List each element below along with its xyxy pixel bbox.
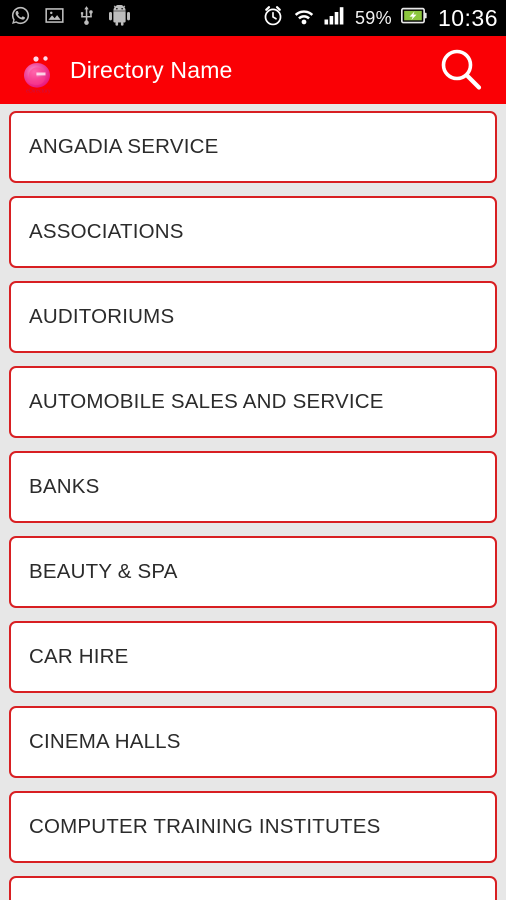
list-item-label: CINEMA HALLS bbox=[29, 730, 181, 754]
battery-percent-label: 59% bbox=[355, 8, 392, 28]
app-header: eDirectory Directory Name bbox=[0, 36, 506, 104]
list-item[interactable]: ANGADIA SERVICE bbox=[9, 111, 497, 183]
list-item[interactable]: CINEMA HALLS bbox=[9, 706, 497, 778]
list-item-label: COMPUTER TRAINING INSTITUTES bbox=[29, 815, 381, 839]
app-logo-e-icon: eDirectory bbox=[14, 46, 60, 94]
search-icon bbox=[436, 45, 486, 95]
cellular-signal-icon bbox=[324, 6, 346, 30]
status-bar: 59% 10:36 bbox=[0, 0, 506, 36]
category-list[interactable]: ANGADIA SERVICE ASSOCIATIONS AUDITORIUMS… bbox=[0, 104, 506, 900]
list-item[interactable]: CAR HIRE bbox=[9, 621, 497, 693]
list-item[interactable]: AUDITORIUMS bbox=[9, 281, 497, 353]
list-item-label: ANGADIA SERVICE bbox=[29, 135, 219, 159]
list-item-label: AUTOMOBILE SALES AND SERVICE bbox=[29, 390, 384, 414]
status-bar-left-icons bbox=[10, 4, 131, 32]
list-item[interactable]: CONSULTANTS bbox=[9, 876, 497, 900]
android-robot-icon bbox=[108, 4, 131, 31]
list-item-label: BEAUTY & SPA bbox=[29, 560, 178, 584]
alarm-clock-icon bbox=[262, 5, 284, 32]
list-item[interactable]: AUTOMOBILE SALES AND SERVICE bbox=[9, 366, 497, 438]
app-root: 59% 10:36 eDirectory Directory Name ANGA… bbox=[0, 0, 506, 900]
list-item[interactable]: ASSOCIATIONS bbox=[9, 196, 497, 268]
list-item[interactable]: BANKS bbox=[9, 451, 497, 523]
gallery-image-icon bbox=[44, 5, 65, 31]
search-button[interactable] bbox=[432, 41, 490, 99]
list-item-label: AUDITORIUMS bbox=[29, 305, 175, 329]
status-bar-clock: 10:36 bbox=[437, 4, 498, 31]
svg-text:eDirectory: eDirectory bbox=[26, 88, 51, 94]
usb-icon bbox=[78, 5, 95, 32]
page-title: Directory Name bbox=[70, 56, 233, 83]
list-item[interactable]: COMPUTER TRAINING INSTITUTES bbox=[9, 791, 497, 863]
list-item[interactable]: BEAUTY & SPA bbox=[9, 536, 497, 608]
status-bar-right-icons: 59% 10:36 bbox=[262, 5, 498, 32]
list-item-label: ASSOCIATIONS bbox=[29, 220, 184, 244]
list-item-label: BANKS bbox=[29, 475, 100, 499]
battery-charging-icon bbox=[400, 7, 427, 29]
whatsapp-icon bbox=[10, 5, 31, 31]
list-item-label: CAR HIRE bbox=[29, 645, 129, 669]
wifi-icon bbox=[293, 7, 315, 30]
